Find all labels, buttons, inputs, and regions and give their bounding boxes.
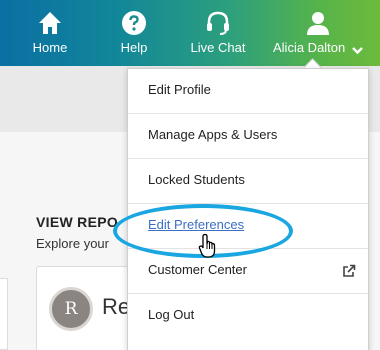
nav-help[interactable]: Help [106, 0, 162, 66]
menu-item-locked-students[interactable]: Locked Students [128, 159, 368, 204]
nav-user-label: Alicia Dalton [273, 40, 346, 55]
menu-item-label: Edit Profile [148, 82, 211, 97]
report-card-title: Re [102, 294, 131, 319]
nav-live-chat[interactable]: Live Chat [188, 0, 248, 66]
help-icon [121, 10, 147, 41]
menu-item-label: Log Out [148, 307, 195, 322]
hand-cursor-icon [198, 233, 220, 264]
user-icon [305, 10, 331, 41]
nav-home[interactable]: Home [22, 0, 78, 66]
nav-help-label: Help [120, 40, 148, 55]
nav-home-label: Home [32, 40, 68, 55]
menu-item-label: Customer Center [148, 262, 247, 277]
home-icon [37, 10, 63, 41]
external-link-icon [342, 264, 356, 283]
nav-live-chat-label: Live Chat [190, 40, 246, 55]
left-card-edge [0, 278, 8, 350]
menu-item-label: Manage Apps & Users [148, 127, 278, 142]
menu-item-edit-profile[interactable]: Edit Profile [128, 69, 368, 114]
headset-icon [205, 10, 231, 41]
menu-item-log-out[interactable]: Log Out [128, 294, 368, 339]
chevron-down-icon [352, 42, 363, 60]
avatar: R [49, 287, 93, 331]
menu-item-manage-apps-users[interactable]: Manage Apps & Users [128, 114, 368, 159]
section-subtitle: Explore your [36, 236, 109, 251]
top-nav-bar: Home Help Live Chat Alicia Dalton [0, 0, 380, 66]
section-title: VIEW REPO [36, 214, 119, 230]
nav-user-menu[interactable]: Alicia Dalton [270, 0, 366, 66]
menu-item-label: Locked Students [148, 172, 245, 187]
menu-item-customer-center[interactable]: Customer Center [128, 249, 368, 294]
